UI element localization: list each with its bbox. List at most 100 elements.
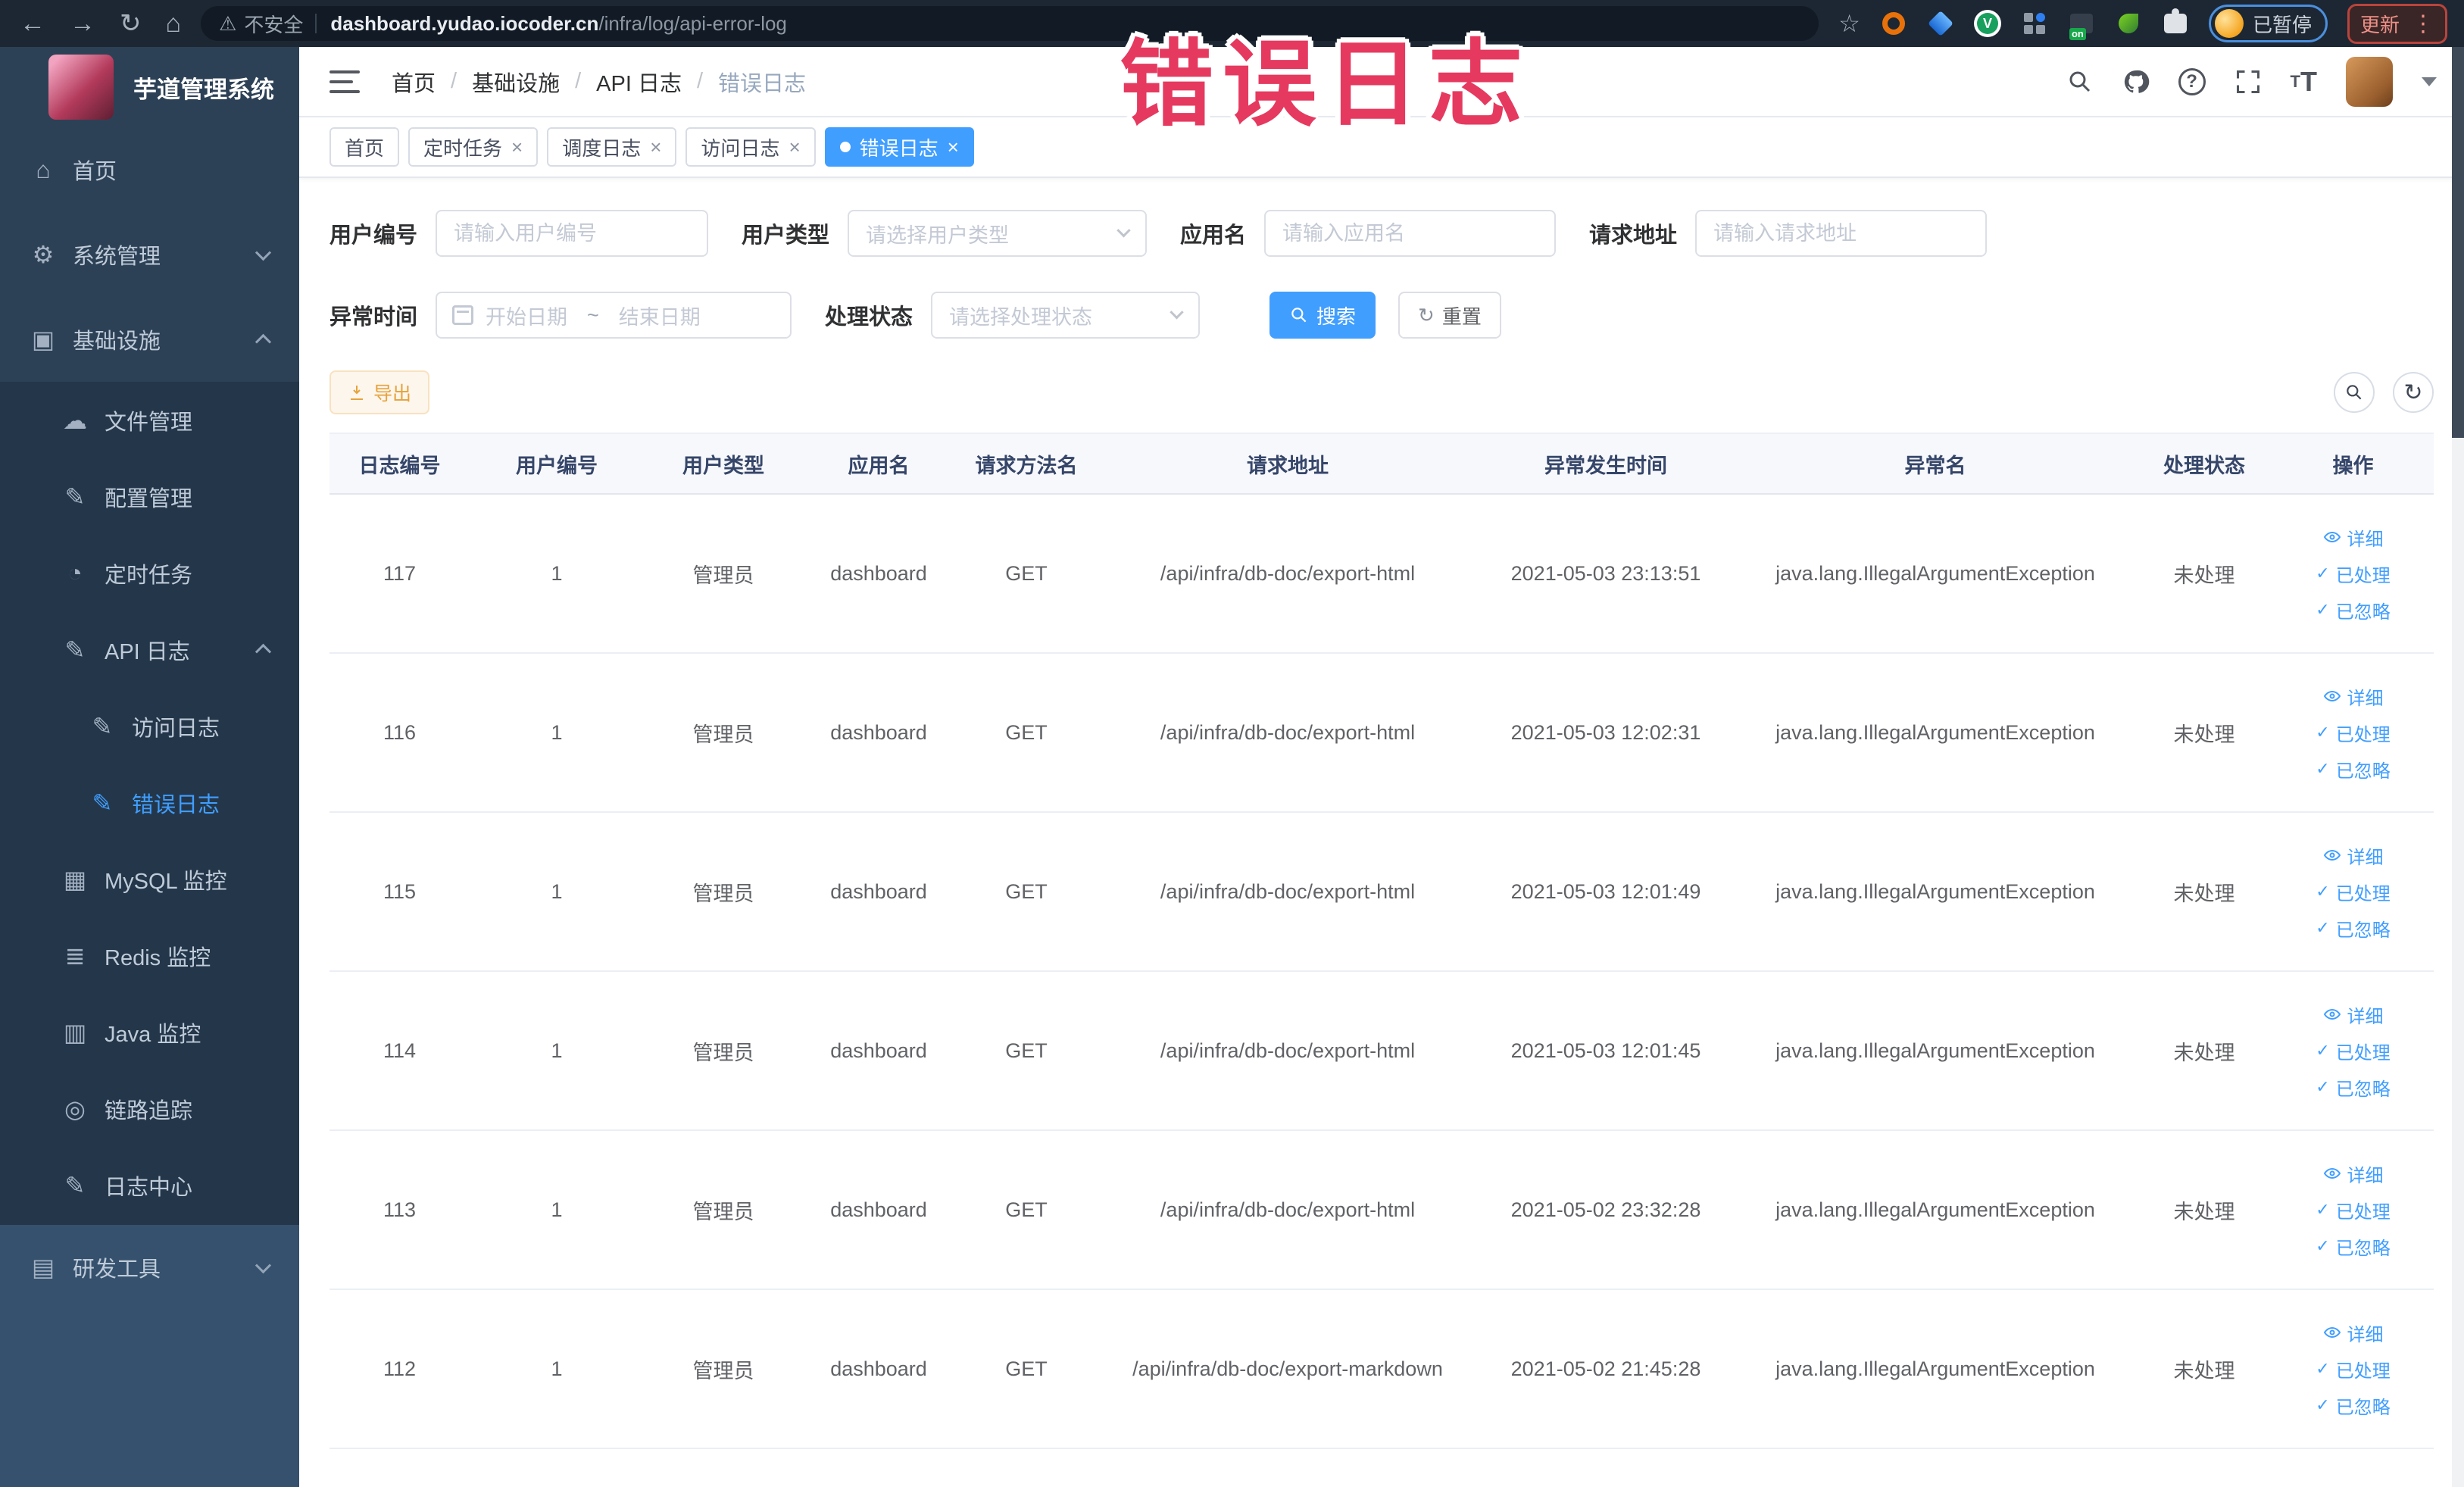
page-scrollbar[interactable] xyxy=(2452,47,2464,1487)
close-icon[interactable]: × xyxy=(650,136,661,159)
extension-icon[interactable]: V xyxy=(1973,10,2001,37)
exception-time-range-picker[interactable]: 开始日期 ~ 结束日期 xyxy=(436,292,792,339)
processed-link[interactable]: ✓ 已处理 xyxy=(2316,1197,2390,1223)
sidebar-item-log-center[interactable]: ✎ 日志中心 xyxy=(0,1147,299,1223)
close-icon[interactable]: × xyxy=(789,136,800,159)
tab-access-logs[interactable]: 访问日志 × xyxy=(685,127,816,167)
processed-link[interactable]: ✓ 已处理 xyxy=(2316,879,2390,905)
ignored-link[interactable]: ✓ 已忽略 xyxy=(2316,915,2390,942)
cell-log-id: 112 xyxy=(383,1357,417,1380)
browser-update-button[interactable]: 更新 ⋮ xyxy=(2347,3,2447,44)
ignored-link[interactable]: ✓ 已忽略 xyxy=(2316,1392,2390,1419)
request-url-input[interactable] xyxy=(1695,210,1988,257)
tab-scheduled-tasks[interactable]: 定时任务 × xyxy=(408,127,539,167)
fullscreen-icon[interactable] xyxy=(2234,68,2262,95)
breadcrumb-item[interactable]: 首页 xyxy=(392,66,436,98)
paused-extension-badge[interactable]: 已暂停 xyxy=(2208,5,2328,42)
cell-user-id: 1 xyxy=(551,720,563,744)
address-bar[interactable]: ⚠ 不安全 dashboard.yudao.iocoder.cn/infra/l… xyxy=(201,6,1819,41)
cell-request-url: /api/infra/db-doc/export-html xyxy=(1160,720,1416,744)
search-button[interactable]: 搜索 xyxy=(1269,292,1376,339)
home-icon[interactable]: ⌂ xyxy=(166,9,182,39)
sidebar-item-api-logs[interactable]: ✎ API 日志 xyxy=(0,611,299,688)
app-header: 首页 / 基础设施 / API 日志 / 错误日志 ? TT xyxy=(299,47,2464,117)
ignored-link[interactable]: ✓ 已忽略 xyxy=(2316,597,2390,623)
log-icon: ✎ xyxy=(64,636,86,664)
search-icon xyxy=(2347,385,2362,400)
tab-error-logs[interactable]: 错误日志 × xyxy=(824,127,974,167)
user-id-input[interactable] xyxy=(436,210,709,257)
user-menu-caret-icon[interactable] xyxy=(2422,77,2437,86)
github-icon[interactable] xyxy=(2122,68,2150,95)
url-path: /infra/log/api-error-log xyxy=(598,11,787,35)
toggle-search-button[interactable] xyxy=(2334,372,2375,413)
tab-home[interactable]: 首页 xyxy=(329,127,400,167)
close-icon[interactable]: × xyxy=(511,136,523,159)
table-row: 115 1 管理员 dashboard GET /api/infra/db-do… xyxy=(329,813,2434,972)
sidebar-item-file-management[interactable]: ☁ 文件管理 xyxy=(0,382,299,458)
sidebar-item-trace[interactable]: ◎ 链路追踪 xyxy=(0,1070,299,1147)
detail-link[interactable]: 详细 xyxy=(2323,842,2384,869)
sidebar-collapse-icon[interactable] xyxy=(329,70,360,93)
sidebar-item-scheduled-tasks[interactable]: ◔ 定时任务 xyxy=(0,535,299,611)
extension-icon[interactable] xyxy=(1927,10,1954,37)
processed-link[interactable]: ✓ 已处理 xyxy=(2316,720,2390,746)
breadcrumb-separator: / xyxy=(451,69,458,93)
app-logo[interactable]: 芋道管理系统 xyxy=(0,47,299,127)
detail-link[interactable]: 详细 xyxy=(2323,1001,2384,1028)
app-name-input[interactable] xyxy=(1264,210,1557,257)
breadcrumb-item[interactable]: API 日志 xyxy=(596,66,682,98)
processed-link[interactable]: ✓ 已处理 xyxy=(2316,1356,2390,1382)
sidebar-item-error-logs[interactable]: ✎ 错误日志 xyxy=(0,764,299,841)
breadcrumb-item[interactable]: 基础设施 xyxy=(472,66,560,98)
breadcrumb-item: 错误日志 xyxy=(718,71,807,96)
reload-icon[interactable]: ↻ xyxy=(120,8,142,39)
sidebar-item-system-management[interactable]: ⚙ 系统管理 xyxy=(0,212,299,297)
breadcrumb: 首页 / 基础设施 / API 日志 / 错误日志 xyxy=(392,66,806,98)
sidebar-item-dev-tools[interactable]: ▤ 研发工具 xyxy=(0,1225,299,1310)
user-type-select[interactable]: 请选择用户类型 xyxy=(848,210,1148,257)
sidebar-item-access-logs[interactable]: ✎ 访问日志 xyxy=(0,688,299,764)
sidebar-item-home[interactable]: ⌂ 首页 xyxy=(0,127,299,212)
sidebar-item-redis-monitor[interactable]: ≣ Redis 监控 xyxy=(0,917,299,994)
extensions-puzzle-icon[interactable] xyxy=(2162,8,2189,37)
ignored-link[interactable]: ✓ 已忽略 xyxy=(2316,756,2390,783)
menu-kebab-icon[interactable]: ⋮ xyxy=(2412,11,2434,37)
user-avatar[interactable] xyxy=(2346,56,2393,107)
export-button[interactable]: 导出 xyxy=(329,370,430,414)
detail-link[interactable]: 详细 xyxy=(2323,683,2384,710)
sidebar-item-mysql-monitor[interactable]: ▦ MySQL 监控 xyxy=(0,841,299,917)
help-icon[interactable]: ? xyxy=(2178,67,2206,95)
extension-icon[interactable]: on xyxy=(2068,10,2095,40)
sidebar-item-infrastructure[interactable]: ▣ 基础设施 xyxy=(0,297,299,382)
gear-icon: ⚙ xyxy=(32,241,55,268)
refresh-table-button[interactable]: ↻ xyxy=(2393,372,2434,413)
tab-schedule-logs[interactable]: 调度日志 × xyxy=(547,127,677,167)
back-icon[interactable]: ← xyxy=(20,9,45,39)
processed-link[interactable]: ✓ 已处理 xyxy=(2316,561,2390,587)
close-icon[interactable]: × xyxy=(948,136,959,159)
scrollbar-thumb[interactable] xyxy=(2452,47,2464,438)
detail-link[interactable]: 详细 xyxy=(2323,1161,2384,1187)
reset-button[interactable]: ↻ 重置 xyxy=(1398,292,1501,339)
detail-link[interactable]: 详细 xyxy=(2323,524,2384,551)
extension-icon[interactable] xyxy=(1880,10,1907,37)
search-icon[interactable] xyxy=(2066,68,2094,95)
process-status-select[interactable]: 请选择处理状态 xyxy=(931,292,1201,339)
extension-icon[interactable] xyxy=(2021,10,2048,37)
detail-link[interactable]: 详细 xyxy=(2323,1320,2384,1346)
font-size-icon[interactable]: TT xyxy=(2291,66,2317,98)
sidebar-item-java-monitor[interactable]: ▥ Java 监控 xyxy=(0,994,299,1070)
bookmark-star-icon[interactable]: ☆ xyxy=(1838,9,1860,38)
cell-exception-time: 2021-05-03 23:13:51 xyxy=(1510,561,1701,585)
cloud-icon: ☁ xyxy=(63,406,87,434)
forward-icon[interactable]: → xyxy=(70,9,95,39)
sidebar-menu-bottom: ▤ 研发工具 xyxy=(0,1223,299,1487)
sidebar-item-config-management[interactable]: ✎ 配置管理 xyxy=(0,458,299,535)
ignored-link[interactable]: ✓ 已忽略 xyxy=(2316,1074,2390,1101)
processed-link[interactable]: ✓ 已处理 xyxy=(2316,1038,2390,1064)
cell-exception-time: 2021-05-02 23:32:28 xyxy=(1510,1198,1701,1221)
check-icon: ✓ xyxy=(2316,918,2330,937)
extension-icon[interactable] xyxy=(2115,10,2142,37)
ignored-link[interactable]: ✓ 已忽略 xyxy=(2316,1233,2390,1260)
